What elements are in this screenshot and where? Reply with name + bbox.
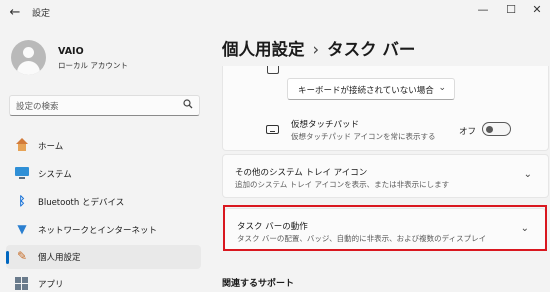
chevron-down-icon: ⌄: [523, 169, 532, 180]
page-title: 個人用設定 › タスク バー: [222, 36, 415, 60]
search-placeholder: 設定の検索: [16, 102, 59, 112]
taskbar-icons-card: キーボードが接続されていない場合 ⌄ 仮想タッチパッド 仮想タッチパッド アイコ…: [222, 66, 549, 151]
sidebar-item-apps[interactable]: アプリ: [6, 272, 201, 292]
system-icon: [15, 166, 29, 180]
home-icon: [15, 138, 29, 152]
toggle-state-label: オフ: [459, 127, 477, 137]
dropdown-value: キーボードが接続されていない場合: [298, 86, 434, 96]
apps-icon: [15, 276, 29, 290]
sidebar-item-personalization[interactable]: ✎ 個人用設定: [6, 245, 201, 269]
highlight-box: [223, 205, 547, 251]
bluetooth-icon: ᛒ: [18, 194, 26, 208]
avatar[interactable]: [11, 40, 46, 75]
search-input[interactable]: 設定の検索: [9, 95, 200, 116]
breadcrumb-separator: ›: [312, 40, 320, 59]
sidebar-item-label: ネットワークとインターネット: [38, 226, 158, 236]
sidebar-item-label: ホーム: [38, 142, 64, 152]
selection-indicator: [6, 251, 9, 264]
user-account-type: ローカル アカウント: [58, 61, 128, 70]
sidebar-item-label: Bluetooth とデバイス: [38, 198, 125, 208]
sidebar-item-network[interactable]: ▼ ネットワークとインターネット: [6, 218, 201, 242]
other-tray-title: その他のシステム トレイ アイコン: [235, 168, 368, 178]
close-button[interactable]: ✕: [526, 2, 548, 18]
sidebar-item-label: システム: [38, 170, 72, 180]
other-tray-description: 追加のシステム トレイ アイコンを表示、または非表示にします: [235, 180, 450, 189]
touchpad-icon: [266, 125, 279, 134]
window-title: 設定: [32, 9, 51, 19]
title-bar: ← 設定 — ☐ ✕: [0, 0, 550, 26]
touch-keyboard-dropdown[interactable]: キーボードが接続されていない場合 ⌄: [287, 78, 455, 100]
chevron-down-icon: ⌄: [438, 83, 446, 93]
personalization-icon: ✎: [16, 249, 28, 263]
user-name: VAIO: [58, 46, 84, 57]
sidebar-item-system[interactable]: システム: [6, 162, 201, 186]
breadcrumb-current: タスク バー: [327, 40, 416, 59]
sidebar-item-label: アプリ: [38, 280, 64, 290]
sidebar-item-bluetooth[interactable]: ᛒ Bluetooth とデバイス: [6, 190, 201, 214]
sidebar-item-label: 個人用設定: [38, 253, 81, 263]
related-support-heading: 関連するサポート: [222, 279, 295, 289]
touchpad-toggle[interactable]: [482, 122, 511, 136]
search-icon[interactable]: [183, 99, 193, 112]
maximize-button[interactable]: ☐: [500, 2, 522, 18]
sidebar-item-home[interactable]: ホーム: [6, 134, 201, 158]
touchpad-title: 仮想タッチパッド: [291, 120, 360, 130]
keyboard-icon: [267, 66, 279, 74]
minimize-button[interactable]: —: [472, 2, 494, 18]
back-button[interactable]: ←: [6, 4, 24, 22]
other-tray-icons-card[interactable]: その他のシステム トレイ アイコン 追加のシステム トレイ アイコンを表示、また…: [222, 154, 549, 198]
toggle-knob: [486, 125, 493, 133]
breadcrumb-parent[interactable]: 個人用設定: [222, 40, 305, 59]
touchpad-description: 仮想タッチパッド アイコンを常に表示する: [291, 132, 436, 141]
network-icon: ▼: [17, 222, 27, 236]
